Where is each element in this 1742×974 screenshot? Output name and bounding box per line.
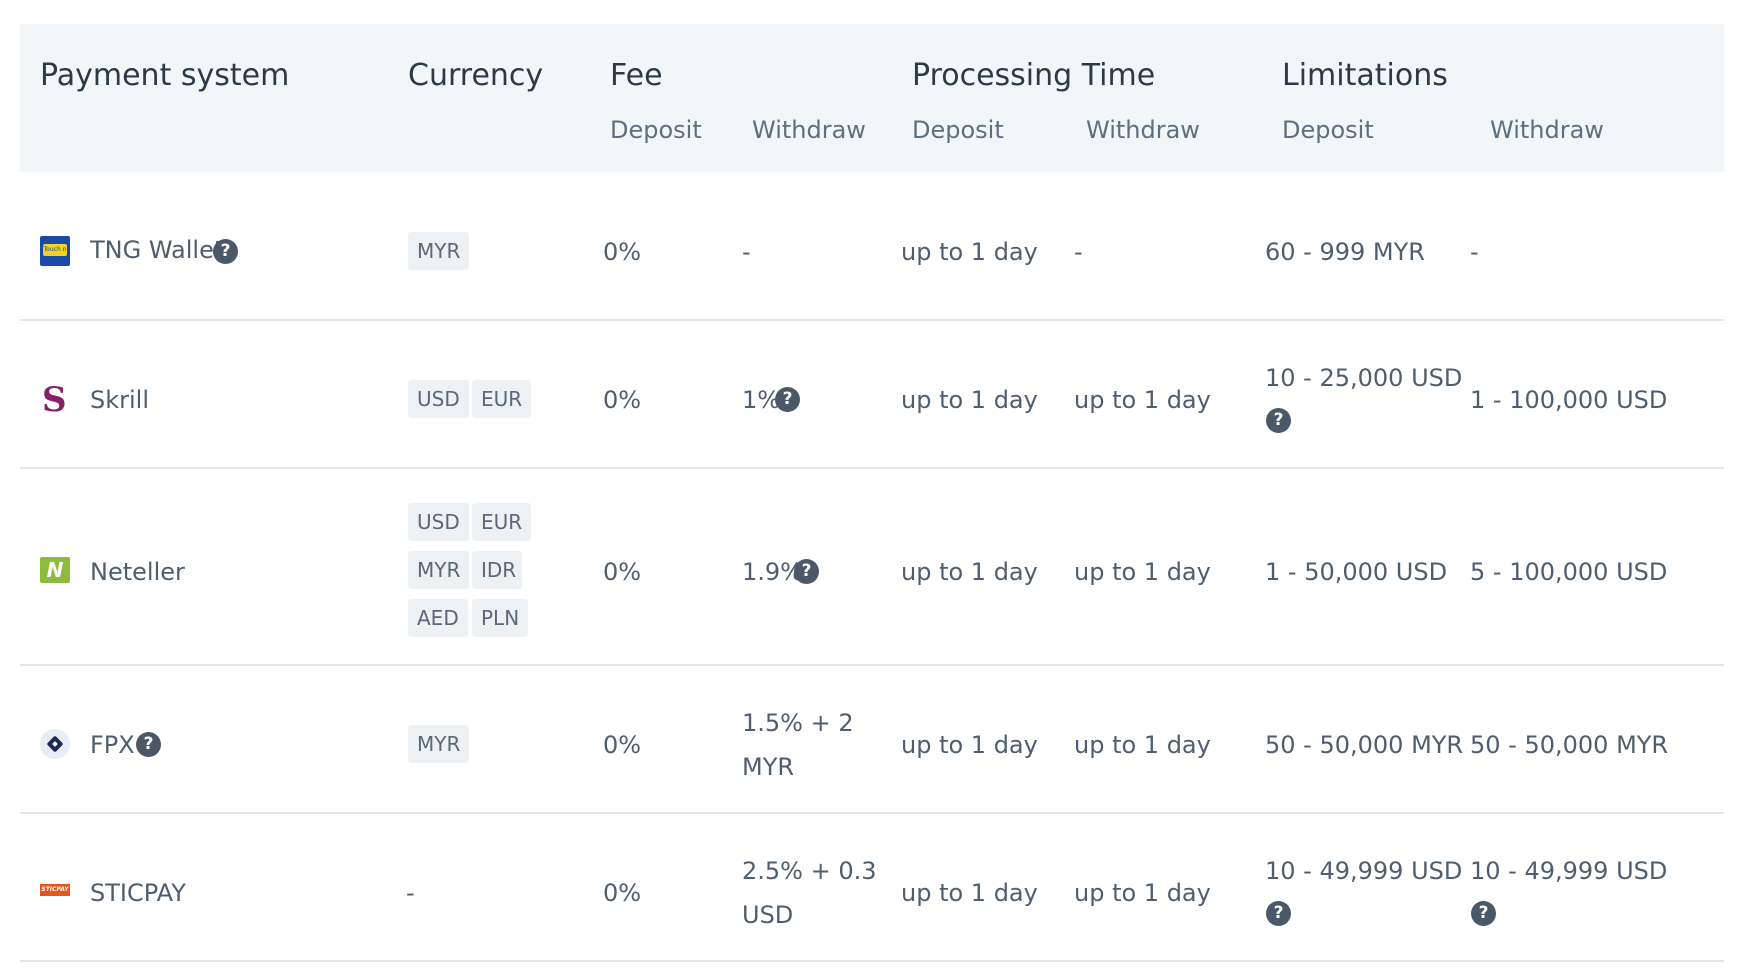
currency-tag: MYR xyxy=(408,725,470,763)
fee-withdraw: - xyxy=(742,238,751,266)
limit-withdraw: - xyxy=(1470,238,1479,266)
fee-withdraw-line1: 1.5% + 2 xyxy=(742,709,854,737)
fee-deposit: 0% xyxy=(603,386,642,414)
payment-name: Neteller xyxy=(90,558,185,586)
fee-deposit: 0% xyxy=(603,731,642,759)
currency-none: - xyxy=(406,879,415,907)
time-withdraw: up to 1 day xyxy=(1074,879,1211,907)
currency-tag: EUR xyxy=(472,503,532,541)
time-deposit: up to 1 day xyxy=(901,558,1038,586)
header-payment-system: Payment system xyxy=(40,58,290,93)
row-divider xyxy=(20,812,1724,814)
currency-tag: IDR xyxy=(472,551,522,589)
header-time-deposit: Deposit xyxy=(912,116,1004,144)
limit-deposit: 10 - 25,000 USD xyxy=(1265,364,1463,392)
help-icon[interactable]: ? xyxy=(794,559,819,584)
header-time-withdraw: Withdraw xyxy=(1086,116,1200,144)
time-withdraw: up to 1 day xyxy=(1074,558,1211,586)
fee-deposit: 0% xyxy=(603,558,642,586)
time-withdraw: up to 1 day xyxy=(1074,731,1211,759)
header-currency: Currency xyxy=(408,58,544,93)
limit-withdraw: 50 - 50,000 MYR xyxy=(1470,731,1669,759)
limit-deposit: 60 - 999 MYR xyxy=(1265,238,1425,266)
fee-deposit: 0% xyxy=(603,238,642,266)
tng-wallet-logo-icon: Touch n Go xyxy=(40,236,70,266)
limit-deposit: 1 - 50,000 USD xyxy=(1265,558,1448,586)
time-withdraw: - xyxy=(1074,238,1083,266)
header-fee: Fee xyxy=(610,58,663,93)
help-icon[interactable]: ? xyxy=(213,239,238,264)
time-deposit: up to 1 day xyxy=(901,386,1038,414)
currency-tag: MYR xyxy=(408,232,470,270)
payment-name: FPX xyxy=(90,731,135,759)
currency-tag: EUR xyxy=(472,380,532,418)
limit-withdraw: 5 - 100,000 USD xyxy=(1470,558,1668,586)
time-withdraw: up to 1 day xyxy=(1074,386,1211,414)
neteller-logo-icon: N xyxy=(40,557,70,583)
row-divider xyxy=(20,319,1724,321)
limit-withdraw: 1 - 100,000 USD xyxy=(1470,386,1668,414)
help-icon[interactable]: ? xyxy=(775,387,800,412)
row-divider xyxy=(20,664,1724,666)
help-icon[interactable]: ? xyxy=(1266,901,1291,926)
time-deposit: up to 1 day xyxy=(901,731,1038,759)
fee-deposit: 0% xyxy=(603,879,642,907)
header-fee-deposit: Deposit xyxy=(610,116,702,144)
time-deposit: up to 1 day xyxy=(901,879,1038,907)
header-limitations: Limitations xyxy=(1282,58,1448,93)
limit-deposit: 10 - 49,999 USD xyxy=(1265,857,1463,885)
currency-tag: PLN xyxy=(472,599,529,637)
payment-name: Skrill xyxy=(90,386,150,414)
table-header xyxy=(20,24,1724,172)
currency-tag: MYR xyxy=(408,551,470,589)
help-icon[interactable]: ? xyxy=(1266,408,1291,433)
fee-withdraw-line2: MYR xyxy=(742,753,795,781)
header-fee-withdraw: Withdraw xyxy=(752,116,866,144)
row-divider xyxy=(20,960,1724,962)
fpx-logo-icon xyxy=(40,729,70,759)
help-icon[interactable]: ? xyxy=(1471,901,1496,926)
limit-deposit: 50 - 50,000 MYR xyxy=(1265,731,1464,759)
payment-name: TNG Wallet xyxy=(90,236,224,264)
header-limit-withdraw: Withdraw xyxy=(1490,116,1604,144)
help-icon[interactable]: ? xyxy=(136,732,161,757)
row-divider xyxy=(20,467,1724,469)
sticpay-logo-icon: STICPAY xyxy=(40,884,70,896)
skrill-logo-icon: S xyxy=(42,380,67,420)
fee-withdraw-line2: USD xyxy=(742,901,794,929)
currency-tag: AED xyxy=(408,599,468,637)
payment-name: STICPAY xyxy=(90,879,186,907)
limit-withdraw: 10 - 49,999 USD xyxy=(1470,857,1668,885)
time-deposit: up to 1 day xyxy=(901,238,1038,266)
currency-tag: USD xyxy=(408,503,469,541)
header-limit-deposit: Deposit xyxy=(1282,116,1374,144)
currency-tag: USD xyxy=(408,380,469,418)
fee-withdraw-line1: 2.5% + 0.3 xyxy=(742,857,877,885)
header-processing-time: Processing Time xyxy=(912,58,1156,93)
